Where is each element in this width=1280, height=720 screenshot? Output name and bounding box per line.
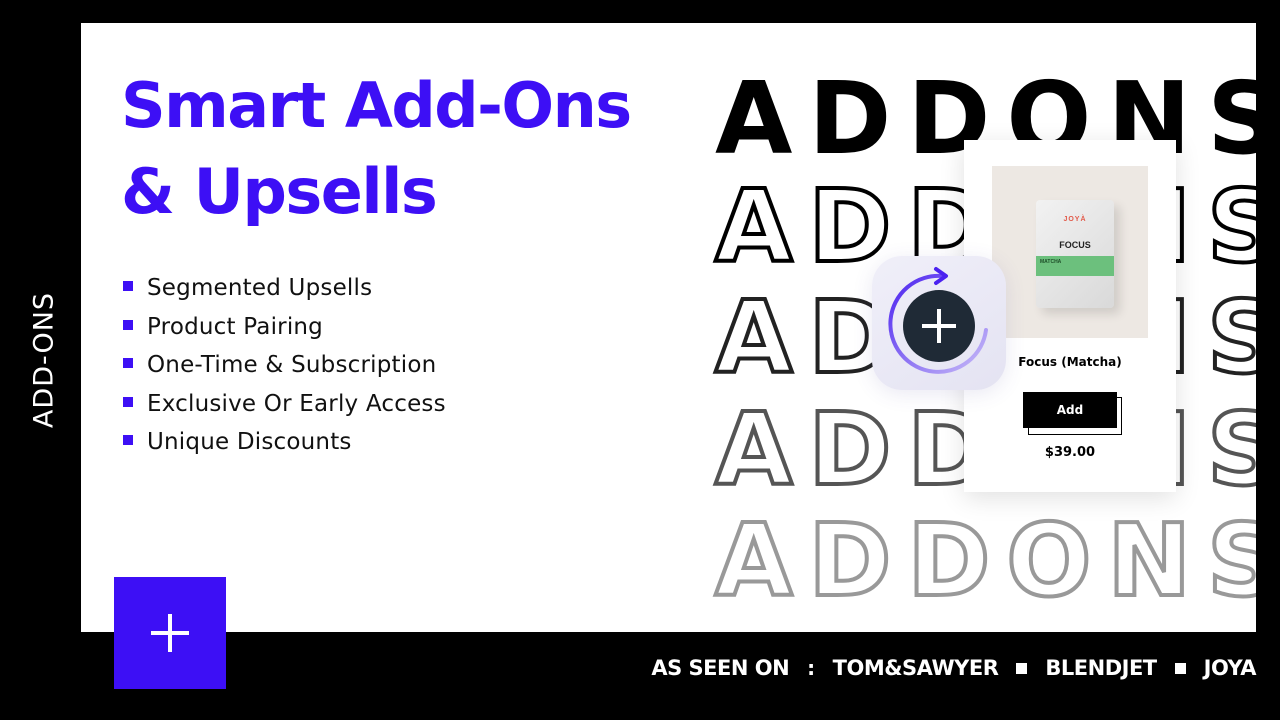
- bullet-square-icon: [123, 319, 133, 330]
- pouch-flavor: MATCHA: [1040, 259, 1062, 265]
- pouch-band: MATCHA: [1036, 256, 1114, 276]
- square-separator-icon: [1174, 662, 1186, 674]
- feature-item: Segmented Upsells: [123, 269, 446, 308]
- side-label: ADD-ONS: [28, 291, 60, 429]
- bullet-square-icon: [123, 396, 133, 407]
- feature-item: One-Time & Subscription: [123, 346, 446, 385]
- feature-list: Segmented Upsells Product Pairing One-Ti…: [123, 269, 446, 462]
- bullet-square-icon: [123, 435, 133, 446]
- as-seen-on-bar: AS SEEN ON : TOM&SAWYER BLENDJET JOYA: [651, 656, 1256, 680]
- feature-item: Exclusive Or Early Access: [123, 385, 446, 424]
- product-image: JOYÀ FOCUS MATCHA: [992, 166, 1148, 338]
- as-seen-on-label: AS SEEN ON: [651, 656, 790, 680]
- brand-name: JOYA: [1203, 656, 1257, 680]
- feature-item: Product Pairing: [123, 308, 446, 347]
- plus-button[interactable]: [114, 577, 226, 689]
- feature-item: Unique Discounts: [123, 423, 446, 462]
- bullet-square-icon: [123, 281, 133, 292]
- circular-arrow-plus-icon: [888, 267, 988, 374]
- addons-word-outline: ADDONS: [713, 502, 1256, 619]
- brand-name: BLENDJET: [1045, 656, 1157, 680]
- pouch-brand: JOYÀ: [1063, 216, 1087, 223]
- add-button[interactable]: Add: [1023, 392, 1117, 428]
- pouch-title: FOCUS: [1059, 240, 1091, 250]
- bullet-square-icon: [123, 358, 133, 369]
- plus-icon: [151, 614, 189, 652]
- headline-line-2: & Upsells: [121, 155, 438, 228]
- colon-separator: :: [807, 656, 815, 680]
- square-separator-icon: [1016, 662, 1028, 674]
- product-pouch: JOYÀ FOCUS MATCHA: [1036, 200, 1114, 308]
- content-panel: Smart Add-Ons & Upsells Segmented Upsell…: [81, 23, 1256, 632]
- product-price: $39.00: [1044, 445, 1096, 460]
- headline: Smart Add-Ons & Upsells: [121, 63, 632, 235]
- headline-line-1: Smart Add-Ons: [121, 69, 632, 142]
- brand-name: TOM&SAWYER: [832, 656, 999, 680]
- addon-badge: [872, 256, 1006, 390]
